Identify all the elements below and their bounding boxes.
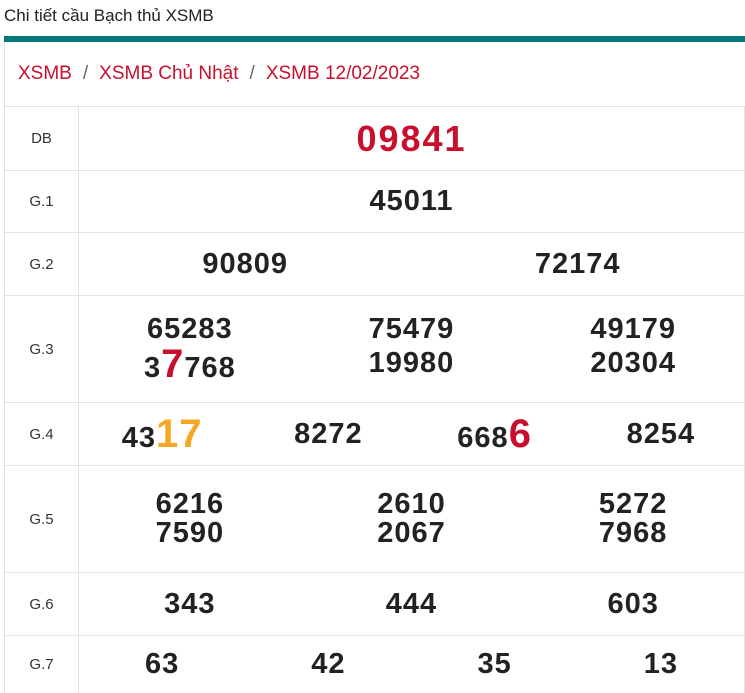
highlight-digit: 7 xyxy=(161,341,185,386)
prize-row-g3: G.3 65283 75479 49179 3 7 768 19980 20304 xyxy=(4,295,745,403)
prize-label: G.7 xyxy=(4,635,79,693)
prize-number: 6216 xyxy=(155,488,225,520)
number-rest: 768 xyxy=(184,351,236,384)
prize-row-g5: G.5 6216 2610 5272 7590 2067 7968 xyxy=(4,465,745,573)
prize-number-highlighted: 43 17 xyxy=(122,414,203,454)
prize-number: 2067 xyxy=(377,517,446,549)
page-title: Chi tiết cầu Bạch thủ XSMB xyxy=(4,6,214,25)
number-prefix: 668 xyxy=(457,422,509,454)
prize-number: 35 xyxy=(477,648,512,680)
prize-number: 72174 xyxy=(534,247,621,280)
prize-label: G.3 xyxy=(4,295,79,403)
breadcrumb-separator: / xyxy=(82,63,89,84)
prize-number: 65283 xyxy=(147,312,233,345)
prize-number: 7968 xyxy=(598,517,668,549)
prize-number: 7590 xyxy=(155,517,225,549)
breadcrumb-xsmb-chu-nhat[interactable]: XSMB Chủ Nhật xyxy=(99,63,238,85)
results-table: DB 09841 G.1 45011 G.2 90809 72174 G.3 6… xyxy=(4,106,745,693)
prize-row-g7: G.7 63 42 35 13 xyxy=(4,635,745,693)
breadcrumb-separator: / xyxy=(249,63,255,84)
prize-number: 45011 xyxy=(369,185,454,217)
breadcrumb-xsmb-date[interactable]: XSMB 12/02/2023 xyxy=(266,63,420,85)
prize-number: 444 xyxy=(385,587,438,620)
prize-number: 42 xyxy=(311,648,346,680)
prize-number: 343 xyxy=(164,587,216,620)
prize-number: 2610 xyxy=(377,488,446,520)
prize-number: 5272 xyxy=(598,488,668,520)
number-prefix: 43 xyxy=(121,422,156,454)
prize-label: G.5 xyxy=(4,465,79,573)
prize-number: 20304 xyxy=(590,347,676,379)
prize-number-highlighted: 3 7 768 xyxy=(144,344,236,384)
prize-number: 19980 xyxy=(368,347,455,379)
prize-label: DB xyxy=(4,106,79,171)
prize-number: 13 xyxy=(643,648,678,680)
breadcrumb: XSMB / XSMB Chủ Nhật / XSMB 12/02/2023 xyxy=(4,42,745,106)
prize-row-g1: G.1 45011 xyxy=(4,170,745,233)
special-prize-number: 09841 xyxy=(356,117,467,159)
prize-number: 63 xyxy=(144,648,180,680)
prize-label: G.2 xyxy=(4,232,79,296)
prize-label: G.4 xyxy=(4,402,79,466)
prize-number-highlighted: 668 6 xyxy=(457,414,532,454)
prize-number: 603 xyxy=(607,587,659,620)
prize-row-g6: G.6 343 444 603 xyxy=(4,572,745,636)
prize-row-g2: G.2 90809 72174 xyxy=(4,232,745,296)
highlight-digit: 6 xyxy=(508,412,532,456)
prize-label: G.1 xyxy=(4,170,79,233)
prize-number: 90809 xyxy=(202,247,289,280)
number-prefix: 3 xyxy=(143,351,162,384)
prize-number: 49179 xyxy=(590,312,676,345)
prize-number: 75479 xyxy=(368,312,455,345)
prize-label: G.6 xyxy=(4,572,79,636)
prize-number: 8272 xyxy=(294,417,363,450)
prize-row-g4: G.4 43 17 8272 668 6 8254 xyxy=(4,402,745,466)
prize-row-db: DB 09841 xyxy=(4,106,745,171)
prize-number: 8254 xyxy=(626,417,696,450)
highlight-digits: 17 xyxy=(156,412,203,456)
breadcrumb-xsmb[interactable]: XSMB xyxy=(18,63,72,85)
